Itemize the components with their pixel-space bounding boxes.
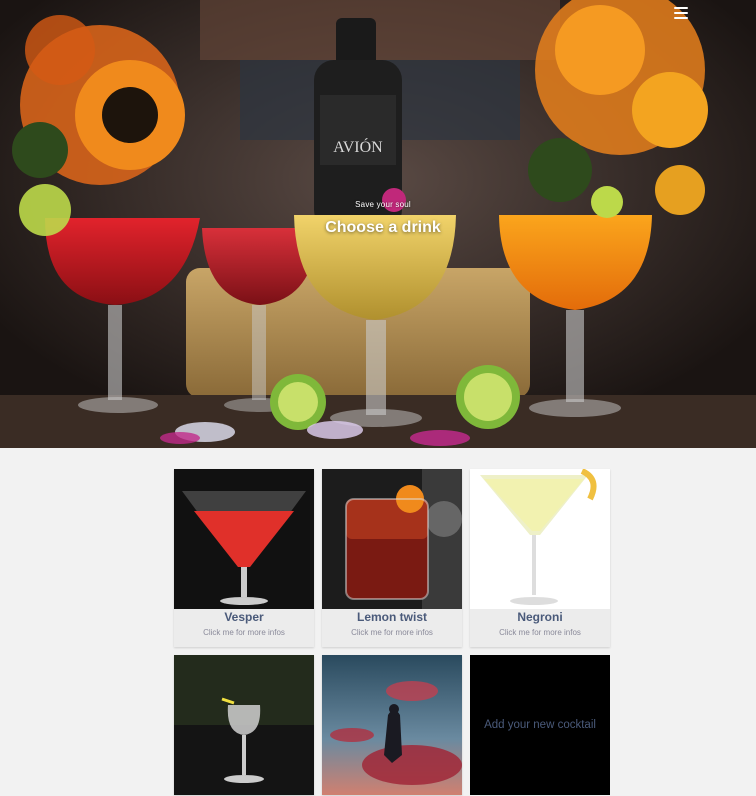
add-cocktail-label: Add your new cocktail [484, 719, 596, 731]
hero-banner: AVIÓN Save your soul Choose a drink [0, 0, 756, 448]
menu-bar [674, 7, 688, 9]
negroni-rocks-glass-photo [322, 469, 462, 609]
menu-bar [674, 17, 688, 19]
cocktail-card-sunset[interactable] [322, 655, 462, 795]
cocktail-hint: Click me for more infos [203, 628, 285, 637]
add-cocktail-button[interactable]: Add your new cocktail [470, 655, 610, 795]
hamburger-menu-icon[interactable] [674, 6, 688, 20]
cocktail-name: Negroni [517, 610, 563, 624]
cocktail-card-vesper[interactable]: Vesper Click me for more infos [174, 469, 314, 647]
hero-title: Choose a drink [325, 219, 441, 236]
cocktail-card-lemon-twist[interactable]: Lemon twist Click me for more infos [322, 469, 462, 647]
cocktail-hint: Click me for more infos [351, 628, 433, 637]
hero-subtitle: Save your soul [355, 200, 411, 209]
cocktail-hint: Click me for more infos [499, 628, 581, 637]
hero-heading-group: Save your soul Choose a drink [300, 200, 466, 237]
coupe-glass-photo [174, 655, 314, 795]
cocktail-card-negroni[interactable]: Negroni Click me for more infos [470, 469, 610, 647]
cocktail-name: Vesper [224, 610, 264, 624]
yellow-martini-photo [470, 469, 610, 609]
bottle-label: AVIÓN [333, 137, 383, 156]
menu-bar [674, 12, 688, 14]
cocktail-name: Lemon twist [356, 610, 427, 624]
red-martini-photo [174, 469, 314, 609]
silhouette-sunset-photo [322, 655, 462, 795]
cocktail-card-coupe[interactable] [174, 655, 314, 795]
cocktail-grid: Vesper Click me for more infos Lemon twi… [174, 469, 612, 795]
